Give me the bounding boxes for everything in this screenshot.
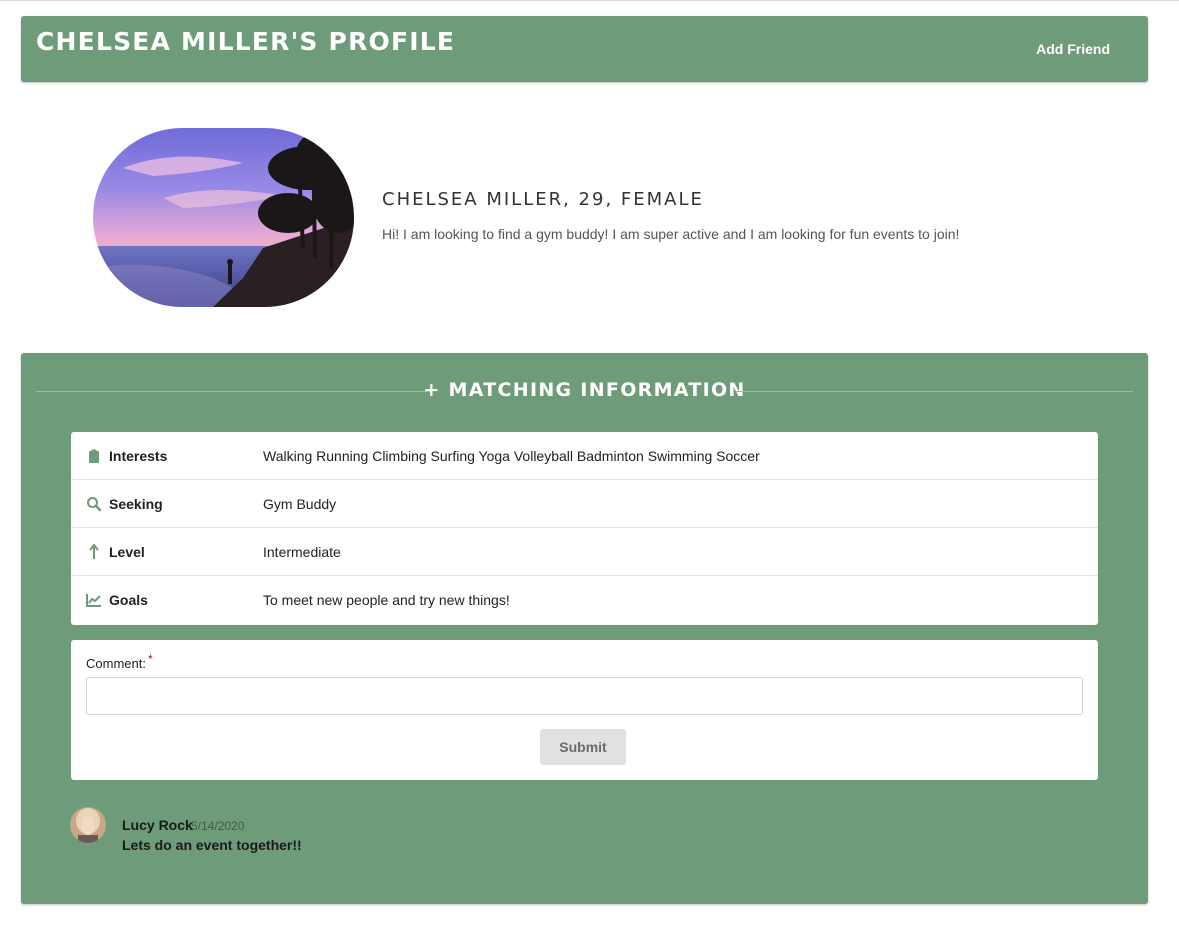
- info-value: Gym Buddy: [263, 496, 337, 512]
- info-label: Level: [109, 544, 145, 560]
- info-label: Goals: [109, 592, 148, 608]
- info-label: Interests: [109, 448, 168, 464]
- add-friend-button[interactable]: Add Friend: [1036, 41, 1110, 57]
- matching-info-table: Interests Walking Running Climbing Surfi…: [71, 432, 1098, 625]
- info-row-interests: Interests Walking Running Climbing Surfi…: [71, 432, 1098, 480]
- info-value: Intermediate: [263, 544, 341, 560]
- info-row-seeking: Seeking Gym Buddy: [71, 480, 1098, 528]
- profile-headline: CHELSEA MILLER, 29, FEMALE: [382, 189, 704, 210]
- comment-label: Comment: *: [86, 652, 153, 671]
- page-title: Chelsea Miller's Profile: [36, 27, 456, 56]
- matching-panel: + Matching Information Interests Walking…: [21, 353, 1148, 904]
- info-row-level: Level Intermediate: [71, 528, 1098, 576]
- required-mark: *: [147, 652, 153, 666]
- info-value: Walking Running Climbing Surfing Yoga Vo…: [263, 448, 760, 464]
- info-row-goals: Goals To meet new people and try new thi…: [71, 576, 1098, 624]
- comment-date: 5/14/2020: [191, 819, 245, 833]
- search-icon: [86, 496, 102, 512]
- clipboard-icon: [86, 448, 102, 464]
- comment-input[interactable]: [86, 677, 1083, 715]
- info-value: To meet new people and try new things!: [263, 592, 510, 608]
- section-title[interactable]: + Matching Information: [21, 379, 1148, 401]
- profile-bio: Hi! I am looking to find a gym buddy! I …: [382, 226, 960, 242]
- comment-text: Lets do an event together!!: [122, 837, 302, 853]
- comment-item: Lucy Rock 5/14/2020 Lets do an event tog…: [70, 807, 570, 867]
- line-chart-icon: [86, 592, 102, 608]
- submit-button[interactable]: Submit: [540, 729, 626, 765]
- avatar[interactable]: [70, 807, 106, 843]
- comment-form: Comment: * Submit: [71, 640, 1098, 780]
- sunset-beach-photo-icon: [93, 128, 354, 307]
- info-label: Seeking: [109, 496, 163, 512]
- profile-header: Chelsea Miller's Profile Add Friend: [21, 16, 1148, 82]
- profile-photo: [93, 128, 354, 307]
- comment-author[interactable]: Lucy Rock: [122, 817, 193, 833]
- comment-label-text: Comment:: [86, 656, 146, 671]
- divider: [736, 391, 1133, 392]
- arrow-up-icon: [86, 543, 102, 560]
- top-border: [0, 0, 1179, 1]
